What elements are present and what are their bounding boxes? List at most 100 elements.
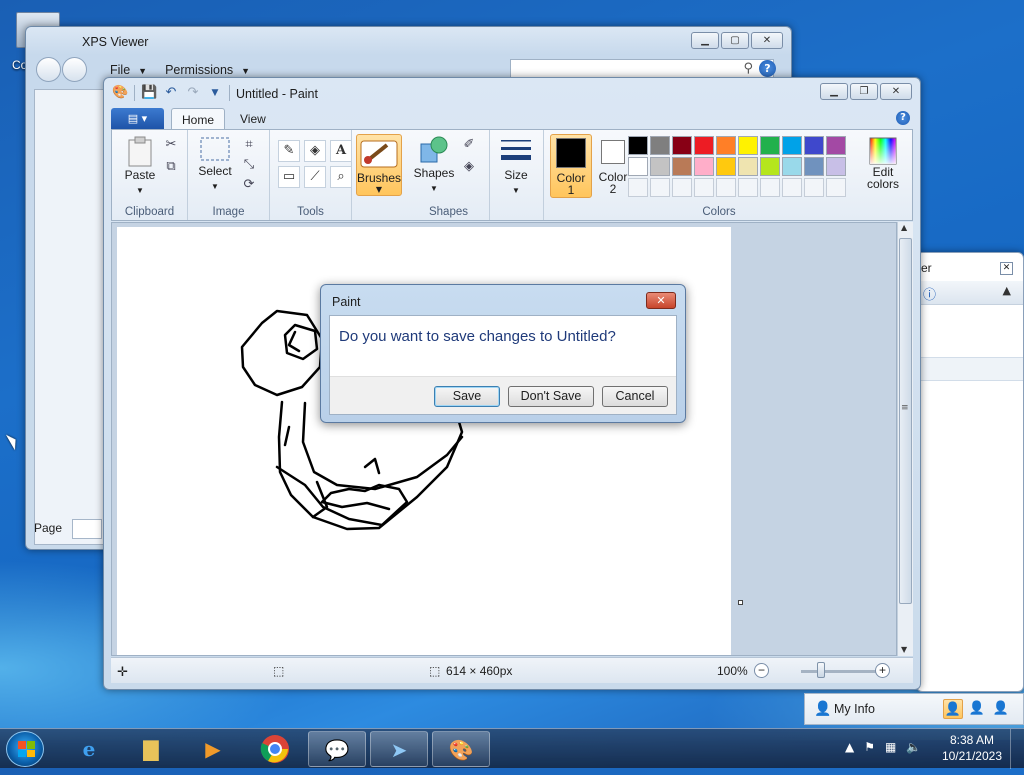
start-button[interactable] [6, 731, 44, 767]
select-button[interactable]: Select ▼ [194, 136, 236, 192]
show-hidden-icons-icon[interactable]: ▲ [845, 740, 854, 754]
fill-icon[interactable]: ◈ [304, 140, 326, 162]
scroll-down-icon[interactable]: ▼ [901, 645, 907, 654]
undo-icon[interactable]: ↶ [163, 85, 179, 101]
crop-icon[interactable]: ⌗ [240, 136, 258, 154]
user-status-icon[interactable]: 👤 [814, 701, 831, 717]
color-swatch[interactable] [804, 136, 824, 155]
help-icon[interactable]: ? [759, 60, 776, 77]
menu-permissions[interactable]: Permissions ▼ [165, 63, 250, 77]
color-swatch[interactable] [738, 136, 758, 155]
tab-home[interactable]: Home [171, 108, 226, 130]
clock[interactable]: 8:38 AM 10/21/2023 [942, 732, 1002, 764]
color-swatch[interactable] [782, 136, 802, 155]
color-swatch[interactable] [804, 157, 824, 176]
my-info-label[interactable]: My Info [834, 702, 875, 716]
color-swatch[interactable] [826, 157, 846, 176]
custom-color-slot[interactable] [826, 178, 846, 197]
color-swatch[interactable] [782, 157, 802, 176]
save-button[interactable]: Save [434, 386, 500, 407]
close-icon[interactable]: ✕ [751, 32, 783, 49]
rotate-icon[interactable]: ⟳ [240, 176, 258, 194]
tab-view[interactable]: View [230, 108, 276, 130]
custom-color-slot[interactable] [804, 178, 824, 197]
forward-button[interactable] [62, 57, 87, 82]
color-swatch[interactable] [672, 157, 692, 176]
network-icon[interactable]: ▦ [885, 740, 896, 754]
status-online-icon[interactable]: 👤 [943, 699, 963, 719]
chevron-up-icon[interactable]: ▲ [1003, 284, 1011, 297]
show-desktop-button[interactable] [1010, 729, 1024, 769]
status-busy-icon[interactable]: 👤 [967, 699, 987, 719]
scroll-up-icon[interactable]: ▲ [901, 223, 907, 232]
taskbar-xps-viewer-icon[interactable]: ➤ [370, 731, 428, 767]
page-number-input[interactable] [72, 519, 102, 539]
custom-color-slot[interactable] [628, 178, 648, 197]
minimize-icon[interactable]: ▁ [820, 83, 848, 100]
redo-icon[interactable]: ↷ [185, 85, 201, 101]
custom-color-slot[interactable] [650, 178, 670, 197]
zoom-slider[interactable] [801, 670, 885, 673]
save-icon[interactable]: 💾 [141, 85, 157, 101]
color-swatch[interactable] [694, 157, 714, 176]
pencil-icon[interactable]: ✎ [278, 140, 300, 162]
close-icon[interactable]: ✕ [646, 292, 676, 309]
color-swatch[interactable] [650, 157, 670, 176]
shape-fill-icon[interactable]: ◈ [460, 158, 478, 176]
close-icon[interactable]: ✕ [1000, 262, 1013, 275]
vertical-scrollbar[interactable]: ▲ ≡ ▼ [897, 222, 913, 656]
search-input[interactable]: ⚲ ▼ [510, 59, 774, 79]
paint-app-icon[interactable]: 🎨 [112, 85, 128, 101]
volume-icon[interactable]: 🔈 [906, 740, 921, 754]
custom-color-slot[interactable] [782, 178, 802, 197]
minimize-icon[interactable]: ▁ [691, 32, 719, 49]
color-swatch[interactable] [760, 157, 780, 176]
back-button[interactable] [36, 57, 61, 82]
color-swatch[interactable] [738, 157, 758, 176]
color-swatch[interactable] [672, 136, 692, 155]
color-swatch[interactable] [716, 157, 736, 176]
help-icon[interactable]: ? [896, 111, 910, 125]
status-offline-icon[interactable]: 👤 [991, 699, 1011, 719]
canvas-resize-handle[interactable] [738, 600, 743, 605]
magnifier-icon[interactable]: ⌕ [330, 166, 352, 188]
color-swatch[interactable] [716, 136, 736, 155]
color-swatch[interactable] [628, 157, 648, 176]
taskbar-explorer-icon[interactable]: ▇ [122, 731, 180, 767]
action-center-icon[interactable]: ⚑ [864, 740, 875, 754]
color-swatch[interactable] [760, 136, 780, 155]
color-swatch[interactable] [694, 136, 714, 155]
custom-color-slot[interactable] [672, 178, 692, 197]
scrollbar-thumb[interactable] [899, 238, 912, 604]
taskbar-chrome-icon[interactable] [246, 731, 304, 767]
search-icon[interactable]: ⚲ [743, 61, 753, 76]
color-picker-icon[interactable]: ⟋ [304, 166, 326, 188]
taskbar-media-player-icon[interactable]: ▶ [184, 731, 242, 767]
eraser-icon[interactable]: ▭ [278, 166, 300, 188]
paint-menu-button[interactable]: ▤ ▾ [111, 108, 164, 129]
dont-save-button[interactable]: Don't Save [508, 386, 594, 407]
list-item[interactable] [917, 357, 1023, 381]
info-icon[interactable]: ⓘ [923, 284, 936, 303]
paste-button[interactable]: Paste ▼ [120, 136, 160, 196]
shapes-button[interactable]: Shapes ▼ [412, 134, 456, 194]
taskbar-ie-icon[interactable]: e [60, 731, 118, 767]
restore-icon[interactable]: ❐ [850, 83, 878, 100]
zoom-out-button[interactable]: − [754, 663, 769, 678]
outline-icon[interactable]: ✐ [460, 136, 478, 154]
color-swatch[interactable] [826, 136, 846, 155]
color1-button[interactable]: Color 1 [550, 134, 592, 198]
resize-icon[interactable]: ⤡ [240, 156, 258, 174]
close-icon[interactable]: ✕ [880, 83, 912, 100]
menu-file[interactable]: File ▼ [110, 63, 147, 77]
edit-colors-button[interactable]: Edit colors [858, 136, 908, 191]
custom-color-slot[interactable] [694, 178, 714, 197]
custom-color-slot[interactable] [738, 178, 758, 197]
color-swatch[interactable] [650, 136, 670, 155]
custom-color-slot[interactable] [760, 178, 780, 197]
custom-color-slot[interactable] [716, 178, 736, 197]
copy-icon[interactable]: ⧉ [162, 158, 180, 176]
zoom-in-button[interactable]: + [875, 663, 890, 678]
maximize-icon[interactable]: ▢ [721, 32, 749, 49]
size-button[interactable]: Size ▼ [494, 136, 538, 196]
